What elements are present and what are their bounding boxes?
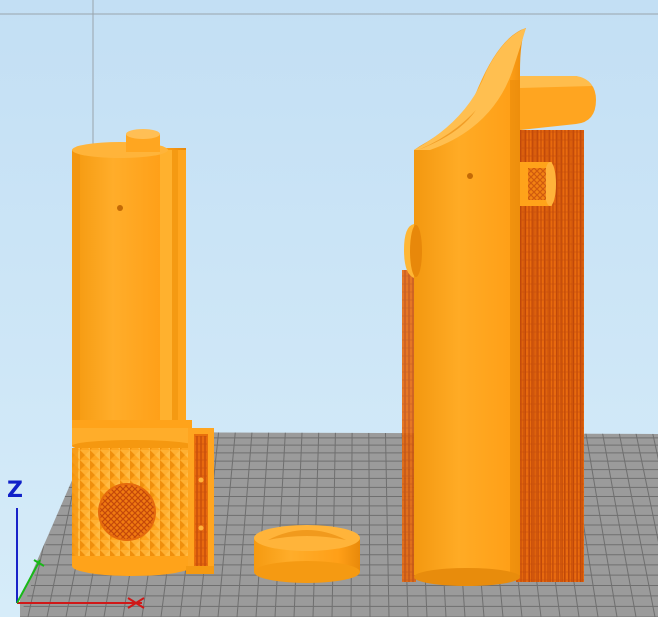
end-cap-model (254, 525, 360, 583)
z-axis-label: Z (7, 480, 23, 502)
3d-viewport[interactable]: Z (0, 0, 658, 617)
scene-canvas[interactable] (0, 0, 658, 617)
